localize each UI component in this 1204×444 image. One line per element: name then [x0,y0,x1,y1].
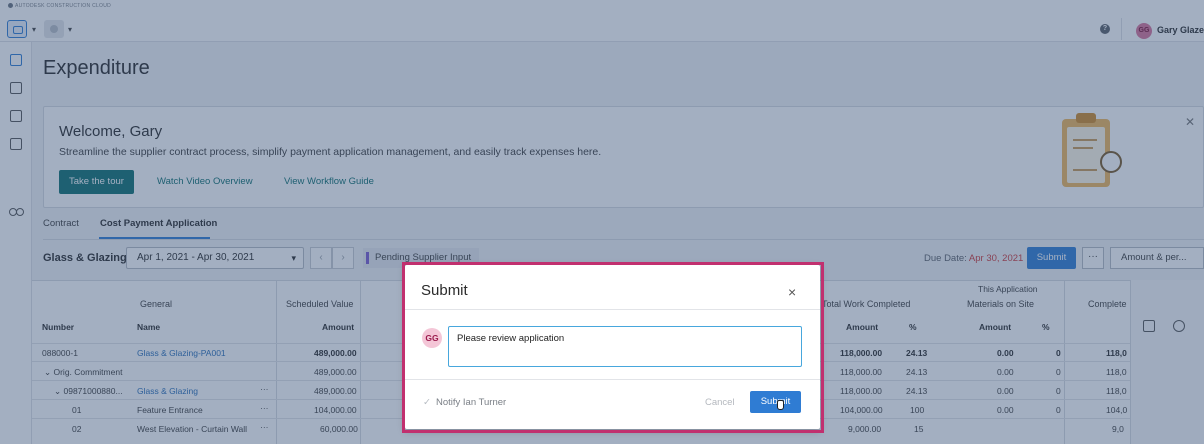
focus-highlight-frame [402,262,824,433]
